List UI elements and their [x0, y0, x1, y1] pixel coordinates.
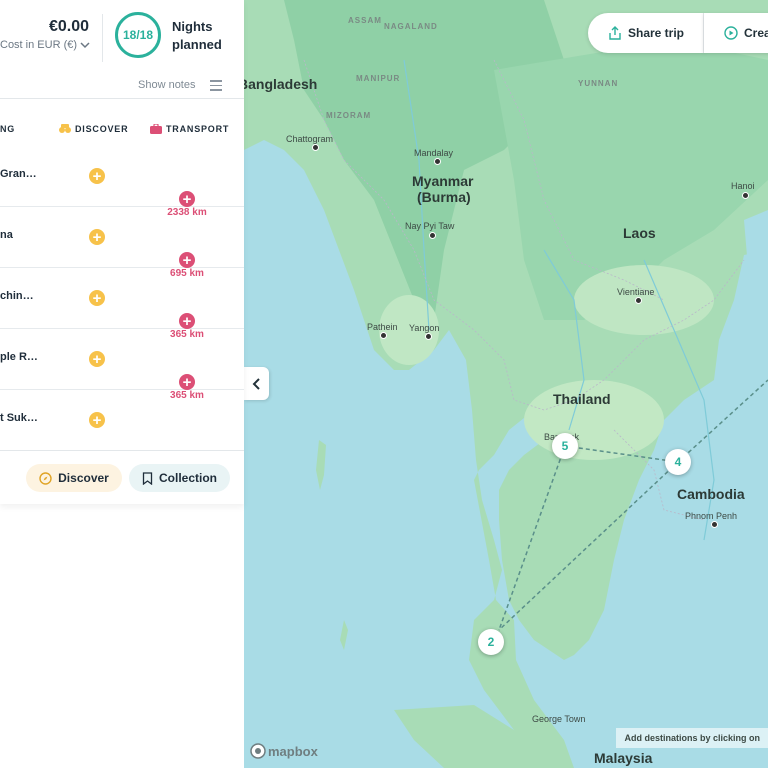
country-label-laos: Laos	[623, 225, 656, 241]
destination-row-name[interactable]: Gran…	[0, 168, 37, 180]
play-icon	[724, 26, 738, 40]
nights-progress-ring: 18/18	[115, 12, 161, 58]
region-label-assam: ASSAM	[348, 16, 382, 25]
city-label-mandalay: Mandalay	[414, 148, 454, 158]
add-discover-button[interactable]: +	[89, 290, 105, 306]
country-label-burma: (Burma)	[417, 189, 471, 205]
transport-distance: 365 km	[170, 390, 204, 401]
itinerary-card: €0.00 Cost in EUR (€) 18/18 Nights plann…	[0, 0, 244, 504]
city-dot-vientiane	[635, 297, 642, 304]
chevron-down-icon	[80, 42, 90, 49]
country-label-malaysia: Malaysia	[594, 750, 653, 766]
map-pin-5[interactable]: 5	[552, 433, 578, 459]
nights-label-line1: Nights	[172, 19, 213, 34]
column-header-transport: TRANSPORT	[150, 124, 229, 134]
discover-button[interactable]: Discover	[26, 464, 122, 492]
country-label-bangladesh: Bangladesh	[244, 76, 318, 92]
itinerary-panel: €0.00 Cost in EUR (€) 18/18 Nights plann…	[0, 0, 244, 768]
column-header-transport-label: TRANSPORT	[166, 124, 230, 134]
compass-icon	[39, 471, 52, 485]
add-transport-button[interactable]: +	[179, 252, 195, 268]
country-label-myanmar: Myanmar	[412, 173, 474, 189]
add-discover-button[interactable]: +	[89, 412, 105, 428]
header-separator	[0, 98, 244, 99]
collapse-panel-button[interactable]	[244, 367, 269, 400]
destination-row-name[interactable]: na	[0, 229, 13, 241]
collection-button[interactable]: Collection	[129, 464, 230, 492]
header-divider	[102, 14, 103, 62]
map-terrain	[244, 0, 768, 768]
region-label-yunnan: YUNNAN	[578, 79, 619, 88]
add-discover-button[interactable]: +	[89, 168, 105, 184]
city-dot-mandalay	[434, 158, 441, 165]
map-pin-4[interactable]: 4	[665, 449, 691, 475]
nights-planned-label: Nights planned	[172, 18, 232, 54]
country-label-cambodia: Cambodia	[677, 486, 745, 502]
transport-distance: 2338 km	[167, 207, 207, 218]
city-label-vientiane: Vientiane	[617, 287, 655, 297]
menu-icon[interactable]	[210, 80, 222, 91]
add-discover-button[interactable]: +	[89, 229, 105, 245]
city-dot-hanoi	[742, 192, 749, 199]
mapbox-logo[interactable]: mapbox	[250, 743, 318, 759]
share-trip-label: Share trip	[628, 26, 685, 40]
column-header-staying: NG	[0, 124, 16, 134]
add-transport-button[interactable]: +	[179, 374, 195, 390]
nights-label-line2: planned	[172, 37, 222, 52]
cost-amount: €0.00	[48, 18, 89, 35]
bookmark-icon	[142, 471, 153, 485]
discover-button-label: Discover	[58, 471, 109, 485]
create-button[interactable]: Crea	[704, 13, 768, 53]
show-notes-toggle[interactable]: Show notes	[138, 79, 195, 91]
city-label-georgetown: George Town	[532, 714, 586, 724]
column-header-discover: DISCOVER	[59, 124, 128, 134]
city-label-phnompenh: Phnom Penh	[685, 511, 738, 521]
transport-distance: 365 km	[170, 329, 204, 340]
suitcase-icon	[150, 124, 162, 134]
footer-separator	[0, 450, 244, 451]
binoculars-icon	[59, 124, 71, 133]
country-label-thailand: Thailand	[553, 391, 611, 407]
add-transport-button[interactable]: +	[179, 191, 195, 207]
mapbox-logo-icon	[250, 743, 266, 759]
destination-row-name[interactable]: t Suk…	[0, 412, 38, 424]
city-dot-phnompenh	[711, 521, 718, 528]
destination-row-name[interactable]: ple R…	[0, 351, 38, 363]
city-label-hanoi: Hanoi	[731, 181, 755, 191]
share-trip-button[interactable]: Share trip	[588, 13, 704, 53]
chevron-left-icon	[252, 377, 260, 390]
cost-label: Cost in EUR (€)	[0, 39, 78, 51]
region-label-manipur: MANIPUR	[356, 74, 401, 83]
city-dot-chattogram	[312, 144, 319, 151]
city-label-chattogram: Chattogram	[286, 134, 334, 144]
column-header-discover-label: DISCOVER	[75, 124, 129, 134]
city-dot-naypyitaw	[429, 232, 436, 239]
map-hint: Add destinations by clicking on	[616, 728, 768, 748]
create-label: Crea	[744, 26, 768, 40]
city-label-pathein: Pathein	[367, 322, 398, 332]
region-label-nagaland: NAGALAND	[384, 22, 438, 31]
map-pin-2[interactable]: 2	[478, 629, 504, 655]
map[interactable]: ASSAM NAGALAND MANIPUR MIZORAM YUNNAN Ba…	[244, 0, 768, 768]
transport-distance: 695 km	[170, 268, 204, 279]
region-label-mizoram: MIZORAM	[326, 111, 372, 120]
city-label-yangon: Yangon	[409, 323, 440, 333]
add-transport-button[interactable]: +	[179, 313, 195, 329]
share-icon	[609, 26, 621, 40]
destination-row-name[interactable]: chin…	[0, 290, 34, 302]
add-discover-button[interactable]: +	[89, 351, 105, 367]
city-dot-pathein	[380, 332, 387, 339]
city-dot-yangon	[425, 333, 432, 340]
currency-selector[interactable]: Cost in EUR (€)	[0, 39, 90, 51]
mapbox-logo-text: mapbox	[268, 743, 318, 759]
city-label-naypyitaw: Nay Pyi Taw	[405, 221, 455, 231]
collection-button-label: Collection	[158, 471, 217, 485]
